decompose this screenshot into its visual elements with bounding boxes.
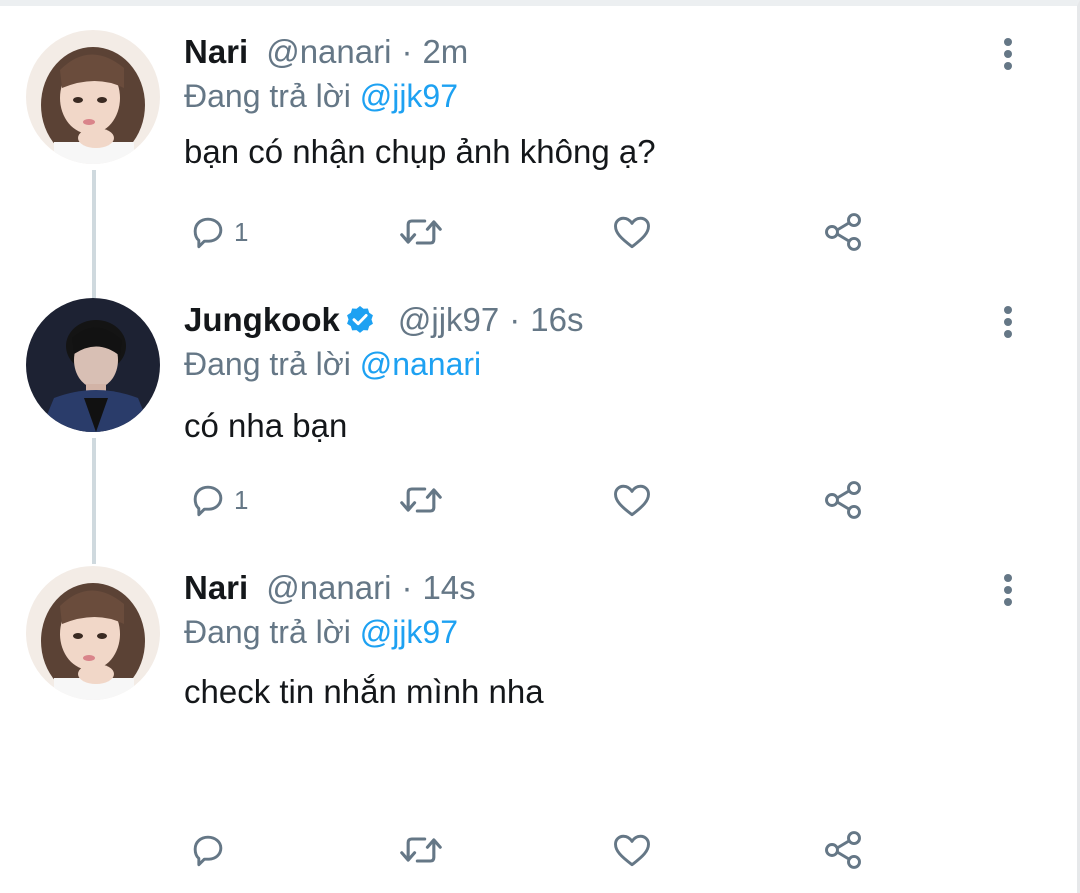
share-icon bbox=[825, 481, 861, 519]
heart-icon bbox=[614, 484, 650, 517]
more-options-button[interactable] bbox=[996, 572, 1020, 608]
tweet[interactable]: Jungkook @jjk97 · 16s Đang trả lời @nana… bbox=[0, 298, 1080, 548]
retweet-icon bbox=[400, 837, 442, 863]
more-options-button[interactable] bbox=[996, 36, 1020, 72]
retweet-button[interactable] bbox=[396, 478, 446, 522]
heart-icon bbox=[614, 834, 650, 867]
tweet-header: Nari @nanari · 14s bbox=[184, 566, 476, 610]
reply-count: 1 bbox=[234, 485, 249, 515]
mention-link[interactable]: @jjk97 bbox=[360, 78, 458, 114]
mention-link[interactable]: @jjk97 bbox=[360, 614, 458, 650]
separator: · bbox=[401, 33, 413, 70]
share-button[interactable] bbox=[820, 478, 866, 522]
retweet-button[interactable] bbox=[396, 828, 446, 872]
tweet-actions: 1 bbox=[0, 478, 1080, 522]
user-handle[interactable]: @jjk97 bbox=[398, 298, 499, 342]
tweet-actions: 1 bbox=[0, 210, 1080, 254]
male-user-avatar-icon bbox=[26, 298, 160, 432]
more-vertical-icon bbox=[1004, 574, 1012, 606]
reply-count: 1 bbox=[234, 217, 249, 247]
timestamp[interactable]: 14s bbox=[422, 566, 475, 610]
reply-button[interactable]: 1 bbox=[186, 478, 248, 522]
tweet-text: bạn có nhận chụp ảnh không ạ? bbox=[184, 133, 656, 170]
tweet-actions bbox=[0, 828, 1080, 872]
avatar[interactable] bbox=[26, 30, 160, 164]
tweet[interactable]: Nari @nanari · 14s Đang trả lời @jjk97 c… bbox=[0, 566, 1080, 876]
avatar[interactable] bbox=[26, 566, 160, 700]
tweet-text: có nha bạn bbox=[184, 407, 348, 444]
display-name[interactable]: Nari bbox=[184, 30, 248, 74]
more-vertical-icon bbox=[1004, 38, 1012, 70]
tweet-header: Jungkook @jjk97 · 16s bbox=[184, 298, 583, 342]
reply-icon bbox=[193, 217, 223, 249]
replying-to-label: Đang trả lời bbox=[184, 614, 360, 650]
separator: · bbox=[401, 569, 413, 606]
mention-link[interactable]: @nanari bbox=[360, 346, 481, 382]
female-user-avatar-icon bbox=[26, 30, 160, 164]
timestamp[interactable]: 2m bbox=[422, 30, 468, 74]
female-user-avatar-icon bbox=[26, 566, 160, 700]
share-button[interactable] bbox=[820, 210, 866, 254]
more-options-button[interactable] bbox=[996, 304, 1020, 340]
reply-icon bbox=[193, 485, 223, 517]
display-name[interactable]: Nari bbox=[184, 566, 248, 610]
replying-to: Đang trả lời @jjk97 bbox=[184, 610, 458, 654]
like-button[interactable] bbox=[610, 478, 654, 522]
more-vertical-icon bbox=[1004, 306, 1012, 338]
retweet-button[interactable] bbox=[396, 210, 446, 254]
replying-to-label: Đang trả lời bbox=[184, 78, 360, 114]
tweet-text: check tin nhắn mình nha bbox=[184, 673, 544, 710]
display-name[interactable]: Jungkook bbox=[184, 298, 340, 342]
user-handle[interactable]: @nanari bbox=[266, 566, 391, 610]
verified-badge bbox=[344, 304, 376, 336]
replying-to: Đang trả lời @jjk97 bbox=[184, 74, 458, 118]
timestamp[interactable]: 16s bbox=[530, 298, 583, 342]
reply-button[interactable] bbox=[186, 828, 234, 872]
share-button[interactable] bbox=[820, 828, 866, 872]
replying-to: Đang trả lời @nanari bbox=[184, 342, 481, 386]
retweet-icon bbox=[400, 487, 442, 513]
verified-badge-icon bbox=[346, 306, 373, 333]
reply-button[interactable]: 1 bbox=[186, 210, 248, 254]
share-icon bbox=[825, 831, 861, 869]
tweet[interactable]: Nari @nanari · 2m Đang trả lời @jjk97 bạ… bbox=[0, 30, 1080, 280]
share-icon bbox=[825, 213, 861, 251]
avatar[interactable] bbox=[26, 298, 160, 432]
replying-to-label: Đang trả lời bbox=[184, 346, 360, 382]
heart-icon bbox=[614, 216, 650, 249]
retweet-icon bbox=[400, 219, 442, 245]
separator: · bbox=[509, 301, 521, 338]
reply-icon bbox=[193, 835, 223, 867]
tweet-header: Nari @nanari · 2m bbox=[184, 30, 468, 74]
like-button[interactable] bbox=[610, 210, 654, 254]
like-button[interactable] bbox=[610, 828, 654, 872]
user-handle[interactable]: @nanari bbox=[266, 30, 391, 74]
